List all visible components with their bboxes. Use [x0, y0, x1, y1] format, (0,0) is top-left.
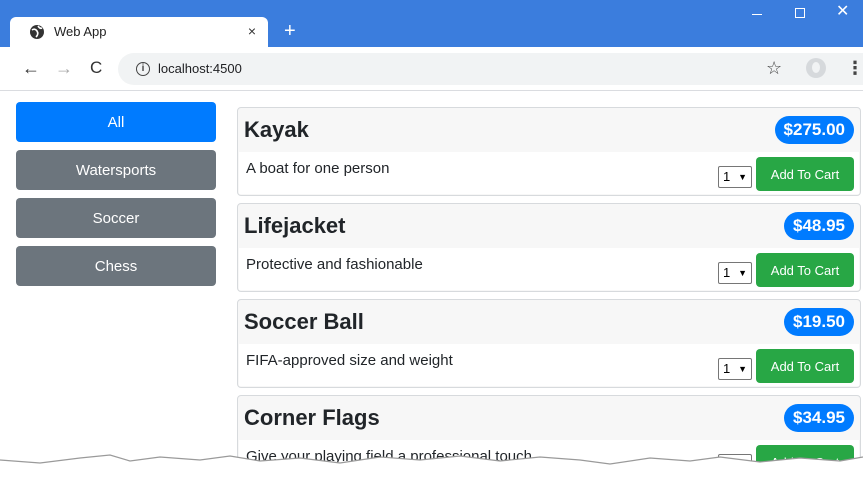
product-body: FIFA-approved size and weight 1 ▼ Add To… — [239, 344, 859, 386]
add-to-cart-button[interactable]: Add To Cart — [756, 349, 854, 383]
quantity-select[interactable]: 1 ▼ — [718, 358, 752, 380]
window-close-icon[interactable]: ✕ — [836, 1, 849, 21]
add-to-cart-button[interactable]: Add To Cart — [756, 253, 854, 287]
product-card: Soccer Ball $19.50 FIFA-approved size an… — [237, 299, 861, 388]
torn-edge-decoration — [0, 454, 863, 481]
product-body: A boat for one person 1 ▼ Add To Cart — [239, 152, 859, 194]
bookmark-star-icon[interactable]: ☆ — [766, 58, 782, 79]
quantity-value: 1 — [723, 265, 731, 280]
tab-title: Web App — [54, 24, 107, 39]
quantity-value: 1 — [723, 361, 731, 376]
profile-avatar-icon[interactable] — [806, 58, 826, 78]
quantity-select[interactable]: 1 ▼ — [718, 262, 752, 284]
product-body: Protective and fashionable 1 ▼ Add To Ca… — [239, 248, 859, 290]
product-description: Protective and fashionable — [246, 256, 423, 273]
reload-icon[interactable]: C — [90, 58, 102, 78]
back-icon[interactable]: ← — [22, 58, 40, 78]
browser-title-bar: Web App × + ✕ — [0, 0, 863, 47]
product-name: Corner Flags — [244, 405, 380, 430]
product-name: Soccer Ball — [244, 309, 364, 334]
info-icon[interactable]: i — [136, 62, 150, 76]
minimize-icon[interactable] — [752, 7, 766, 21]
price-badge: $34.95 — [784, 404, 854, 432]
address-bar[interactable]: i localhost:4500 ☆ ⋮ — [118, 53, 863, 85]
page-content: All Watersports Soccer Chess Kayak $275.… — [0, 92, 863, 481]
globe-icon — [30, 25, 44, 39]
maximize-icon[interactable] — [795, 8, 805, 18]
category-sidebar: All Watersports Soccer Chess — [16, 102, 216, 294]
price-badge: $275.00 — [774, 116, 854, 144]
dropdown-arrow-icon: ▼ — [738, 364, 747, 374]
menu-icon[interactable]: ⋮ — [846, 58, 863, 79]
add-to-cart-button[interactable]: Add To Cart — [756, 157, 854, 191]
forward-icon[interactable]: → — [55, 58, 73, 78]
new-tab-icon[interactable]: + — [284, 21, 296, 41]
price-badge: $48.95 — [784, 212, 854, 240]
product-name: Kayak — [244, 117, 309, 142]
browser-toolbar: ← → C i localhost:4500 ☆ ⋮ — [0, 47, 863, 91]
product-list: Kayak $275.00 A boat for one person 1 ▼ … — [237, 107, 861, 481]
dropdown-arrow-icon: ▼ — [738, 172, 747, 182]
url-text[interactable]: localhost:4500 — [158, 61, 242, 76]
product-description: A boat for one person — [246, 160, 390, 177]
category-button-watersports[interactable]: Watersports — [16, 150, 216, 190]
browser-tab[interactable]: Web App × — [10, 17, 268, 47]
dropdown-arrow-icon: ▼ — [738, 268, 747, 278]
price-badge: $19.50 — [784, 308, 854, 336]
product-card: Lifejacket $48.95 Protective and fashion… — [237, 203, 861, 292]
product-card: Kayak $275.00 A boat for one person 1 ▼ … — [237, 107, 861, 196]
category-button-soccer[interactable]: Soccer — [16, 198, 216, 238]
quantity-select[interactable]: 1 ▼ — [718, 166, 752, 188]
close-tab-icon[interactable]: × — [248, 23, 256, 39]
category-button-chess[interactable]: Chess — [16, 246, 216, 286]
quantity-value: 1 — [723, 169, 731, 184]
category-button-all[interactable]: All — [16, 102, 216, 142]
product-description: FIFA-approved size and weight — [246, 352, 453, 369]
product-name: Lifejacket — [244, 213, 346, 238]
